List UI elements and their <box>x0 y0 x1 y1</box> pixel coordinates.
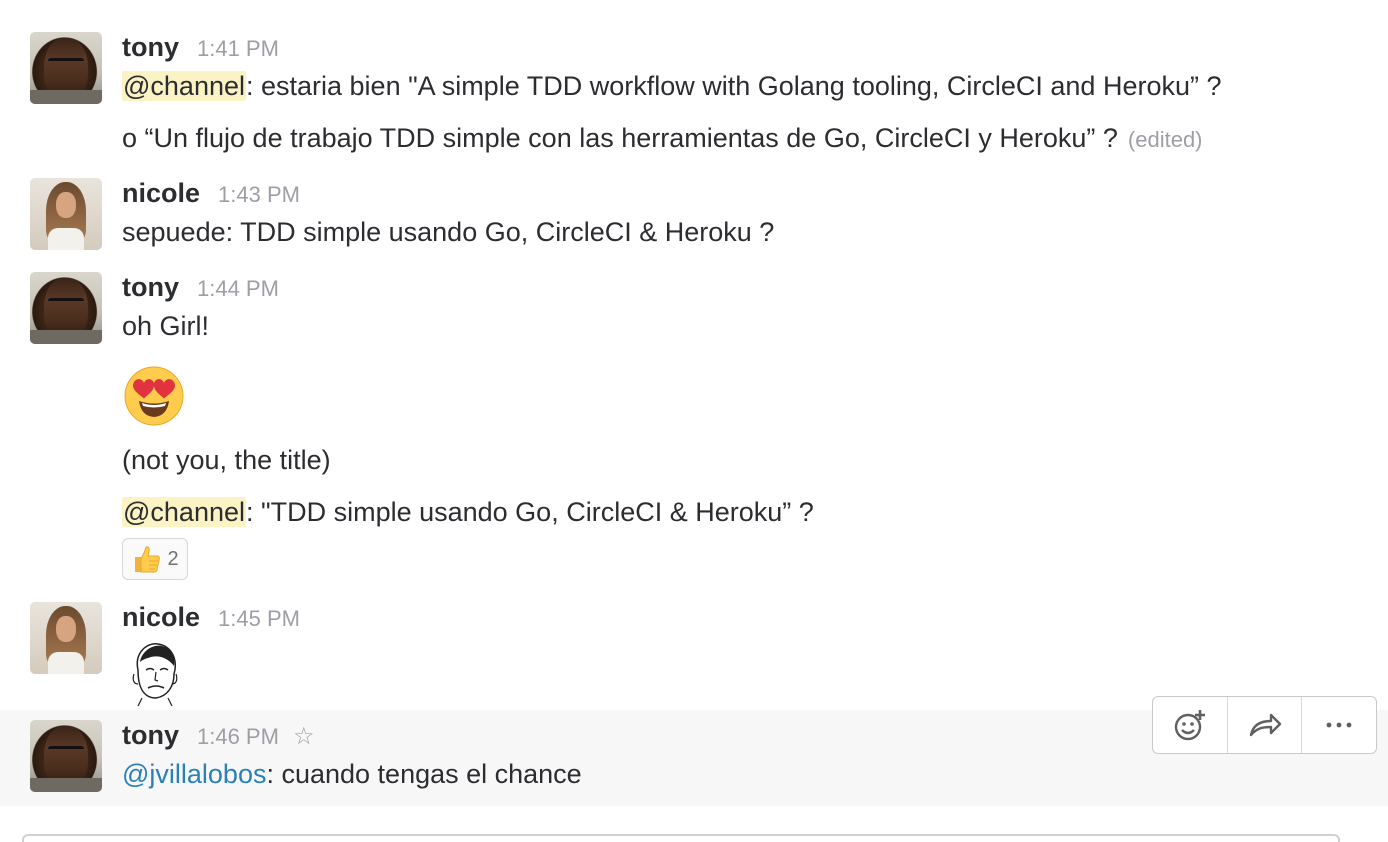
message-text: oh Girl! <box>122 311 210 341</box>
author-name[interactable]: tony <box>122 720 179 751</box>
star-icon[interactable]: ☆ <box>293 725 315 749</box>
message-text-body: : cuando tengas el chance <box>266 759 582 789</box>
avatar[interactable] <box>30 272 102 344</box>
message-text: o “Un flujo de trabajo TDD simple con la… <box>122 118 1222 160</box>
heart-eyes-emoji <box>124 366 184 426</box>
message-input-box[interactable] <box>22 834 1340 842</box>
message-text-body: : estaria bien "A simple TDD workflow wi… <box>246 71 1222 101</box>
channel-mention[interactable]: @channel <box>122 71 246 101</box>
share-icon <box>1249 713 1281 737</box>
avatar[interactable] <box>30 32 102 104</box>
timestamp[interactable]: 1:43 PM <box>218 182 300 208</box>
reaction-count: 2 <box>167 547 179 570</box>
avatar[interactable] <box>30 720 102 792</box>
author-name[interactable]: tony <box>122 272 179 303</box>
author-name[interactable]: nicole <box>122 178 200 209</box>
author-name[interactable]: tony <box>122 32 179 63</box>
thumbs-up-emoji <box>135 546 161 573</box>
edited-label: (edited) <box>1127 127 1203 152</box>
share-message-button[interactable] <box>1228 697 1303 753</box>
avatar[interactable] <box>30 602 102 674</box>
message-text: @jvillalobos: cuando tengas el chance <box>122 754 582 794</box>
timestamp[interactable]: 1:44 PM <box>197 276 279 302</box>
timestamp[interactable]: 1:46 PM <box>197 724 279 750</box>
message-text-body: : "TDD simple usando Go, CircleCI & Hero… <box>246 497 814 527</box>
message-text: sepuede: TDD simple usando Go, CircleCI … <box>122 217 775 247</box>
message-actions-toolbar <box>1152 696 1377 754</box>
author-name[interactable]: nicole <box>122 602 200 633</box>
channel-mention[interactable]: @channel <box>122 497 246 527</box>
reaction-button[interactable]: 2 <box>122 538 188 580</box>
more-icon <box>1326 722 1352 728</box>
timestamp[interactable]: 1:41 PM <box>197 36 279 62</box>
message-text: @channel: estaria bien "A simple TDD wor… <box>122 66 1222 106</box>
add-reaction-icon <box>1174 710 1205 741</box>
timestamp[interactable]: 1:45 PM <box>218 606 300 632</box>
add-reaction-button[interactable] <box>1153 697 1228 753</box>
message-text-body: o “Un flujo de trabajo TDD simple con la… <box>122 123 1118 153</box>
user-mention[interactable]: @jvillalobos <box>122 759 266 789</box>
message-text: (not you, the title) <box>122 445 331 475</box>
message-text: @channel: "TDD simple usando Go, CircleC… <box>122 492 814 532</box>
avatar[interactable] <box>30 178 102 250</box>
meme-face-image[interactable] <box>128 640 182 706</box>
more-actions-button[interactable] <box>1302 697 1376 753</box>
